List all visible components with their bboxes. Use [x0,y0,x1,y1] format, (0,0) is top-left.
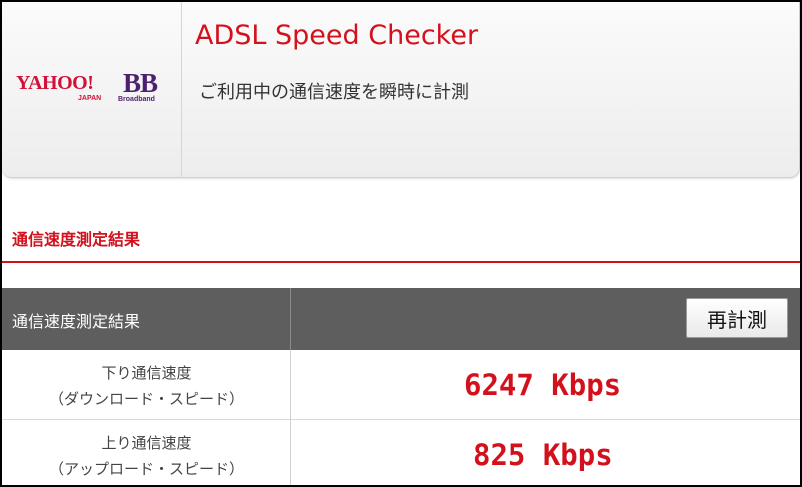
logo-yahoo-text: YAHOO! [16,72,94,94]
download-label-main: 下り通信速度 [101,364,192,382]
app-title: ADSL Speed Checker [195,20,479,51]
logo-cell: YAHOO! BB JAPAN Broadband [2,2,182,178]
download-label-sub: （ダウンロード・スピード） [48,390,244,408]
logo-japan-text: JAPAN [78,95,102,102]
results-table: 通信速度測定結果 再計測 下り通信速度 （ダウンロード・スピード） 6247 K… [2,288,800,485]
results-header-action-cell: 再計測 [291,288,800,350]
upload-label-main: 上り通信速度 [101,434,192,452]
table-row-download: 下り通信速度 （ダウンロード・スピード） 6247 Kbps [2,350,800,420]
remeasure-button[interactable]: 再計測 [686,298,788,338]
upload-speed-value: 825 Kbps [473,438,613,472]
upload-value-cell: 825 Kbps [291,420,800,485]
table-row-upload: 上り通信速度 （アップロード・スピード） 825 Kbps [2,420,800,485]
download-label-cell: 下り通信速度 （ダウンロード・スピード） [2,350,291,419]
logo-broadband-text: Broadband [118,96,155,103]
upload-label-sub: （アップロード・スピード） [48,460,244,478]
app-subtitle: ご利用中の通信速度を瞬時に計測 [199,82,469,103]
header-panel: YAHOO! BB JAPAN Broadband ADSL Speed Che… [2,2,800,178]
download-label: 下り通信速度 （ダウンロード・スピード） [2,360,291,412]
yahoo-bb-logo: YAHOO! BB JAPAN Broadband [16,68,176,108]
upload-label: 上り通信速度 （アップロード・スピード） [2,430,291,482]
results-header-row: 通信速度測定結果 再計測 [2,288,800,350]
logo-bb-text: BB [123,68,158,98]
download-value-cell: 6247 Kbps [291,350,800,419]
results-header-label: 通信速度測定結果 [12,312,141,331]
speed-checker-window: YAHOO! BB JAPAN Broadband ADSL Speed Che… [0,0,802,487]
section-title: 通信速度測定結果 [12,230,141,249]
upload-label-cell: 上り通信速度 （アップロード・スピード） [2,420,291,485]
section-divider [2,261,800,263]
download-speed-value: 6247 Kbps [464,368,622,402]
results-header-label-cell: 通信速度測定結果 [2,288,291,350]
